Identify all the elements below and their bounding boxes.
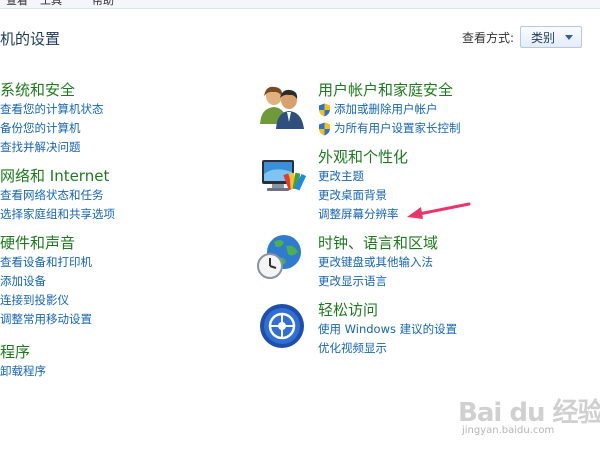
link-add-remove-accounts[interactable]: 添加或删除用户帐户 bbox=[318, 100, 461, 119]
view-by-dropdown[interactable]: 类别 bbox=[520, 26, 583, 48]
category-hardware-sound: 硬件和声音 查看设备和打印机 添加设备 连接到投影仪 调整常用移动设置 bbox=[0, 233, 92, 329]
uac-shield-icon bbox=[319, 103, 330, 116]
category-network-internet: 网络和 Internet 查看网络状态和任务 选择家庭组和共享选项 bbox=[0, 166, 115, 224]
ease-of-access-icon bbox=[260, 304, 304, 348]
category-title-ease-of-access[interactable]: 轻松访问 bbox=[318, 300, 457, 320]
link-change-display-language[interactable]: 更改显示语言 bbox=[318, 272, 438, 291]
link-optimize-visual-display[interactable]: 优化视频显示 bbox=[318, 339, 457, 358]
view-by-control: 查看方式: 类别 bbox=[462, 26, 583, 48]
page-title: 机的设置 bbox=[0, 30, 61, 48]
baidu-watermark-logo: Bai du 经验 bbox=[458, 392, 600, 429]
menu-view[interactable]: 查看 bbox=[6, 0, 28, 8]
link-change-desktop-background[interactable]: 更改桌面背景 bbox=[318, 186, 408, 205]
link-homegroup-sharing[interactable]: 选择家庭组和共享选项 bbox=[0, 205, 115, 224]
link-parental-controls[interactable]: 为所有用户设置家长控制 bbox=[318, 119, 461, 138]
chevron-down-icon bbox=[565, 34, 574, 40]
link-change-keyboard-input[interactable]: 更改键盘或其他输入法 bbox=[318, 253, 438, 272]
watermark-logo-text: Bai du 经验 bbox=[458, 398, 600, 428]
link-uninstall-program[interactable]: 卸载程序 bbox=[0, 362, 46, 381]
link-adjust-screen-resolution[interactable]: 调整屏幕分辨率 bbox=[318, 205, 408, 224]
watermark-url: jingyan.baidu.com bbox=[462, 425, 555, 436]
category-clock-language-region: 时钟、语言和区域 更改键盘或其他输入法 更改显示语言 bbox=[318, 233, 438, 291]
category-ease-of-access: 轻松访问 使用 Windows 建议的设置 优化视频显示 bbox=[318, 300, 457, 358]
link-change-theme[interactable]: 更改主题 bbox=[318, 167, 408, 186]
link-troubleshoot[interactable]: 查找并解决问题 bbox=[0, 138, 104, 157]
link-backup-computer[interactable]: 备份您的计算机 bbox=[0, 119, 104, 138]
menu-help[interactable]: 帮助 bbox=[92, 0, 114, 8]
category-programs: 程序 卸载程序 bbox=[0, 342, 46, 381]
category-title-system-security[interactable]: 系统和安全 bbox=[0, 80, 104, 100]
appearance-icon bbox=[262, 160, 306, 191]
link-windows-recommended-settings[interactable]: 使用 Windows 建议的设置 bbox=[318, 320, 457, 339]
link-label: 为所有用户设置家长控制 bbox=[334, 121, 461, 135]
category-title-programs[interactable]: 程序 bbox=[0, 342, 46, 362]
annotation-arrow-head bbox=[407, 207, 423, 219]
link-mobility-settings[interactable]: 调整常用移动设置 bbox=[0, 310, 92, 329]
link-add-device[interactable]: 添加设备 bbox=[0, 272, 92, 291]
category-title-network-internet[interactable]: 网络和 Internet bbox=[0, 166, 115, 186]
uac-shield-icon bbox=[319, 122, 330, 135]
view-by-value: 类别 bbox=[531, 30, 556, 45]
category-title-hardware-sound[interactable]: 硬件和声音 bbox=[0, 233, 92, 253]
link-devices-printers[interactable]: 查看设备和打印机 bbox=[0, 253, 92, 272]
category-system-security: 系统和安全 查看您的计算机状态 备份您的计算机 查找并解决问题 bbox=[0, 80, 104, 157]
link-view-computer-status[interactable]: 查看您的计算机状态 bbox=[0, 100, 104, 119]
annotation-arrow-icon bbox=[407, 202, 471, 219]
menu-tools[interactable]: 工具 bbox=[40, 0, 62, 8]
view-by-label: 查看方式: bbox=[462, 30, 515, 45]
users-icon bbox=[260, 86, 304, 129]
link-network-status[interactable]: 查看网络状态和任务 bbox=[0, 186, 115, 205]
category-user-accounts: 用户帐户和家庭安全 添加或删除用户帐户 为所有用户设置家长控制 bbox=[318, 80, 461, 138]
category-title-user-accounts[interactable]: 用户帐户和家庭安全 bbox=[318, 80, 461, 100]
category-title-clock-language-region[interactable]: 时钟、语言和区域 bbox=[318, 233, 438, 253]
category-appearance: 外观和个性化 更改主题 更改桌面背景 调整屏幕分辨率 bbox=[318, 147, 408, 224]
category-title-appearance[interactable]: 外观和个性化 bbox=[318, 147, 408, 167]
menu-bar: 查看 工具 帮助 bbox=[0, 0, 600, 9]
link-label: 添加或删除用户帐户 bbox=[334, 102, 438, 116]
link-connect-projector[interactable]: 连接到投影仪 bbox=[0, 291, 92, 310]
annotation-arrow-shaft bbox=[417, 202, 471, 216]
clock-globe-icon bbox=[257, 235, 301, 279]
